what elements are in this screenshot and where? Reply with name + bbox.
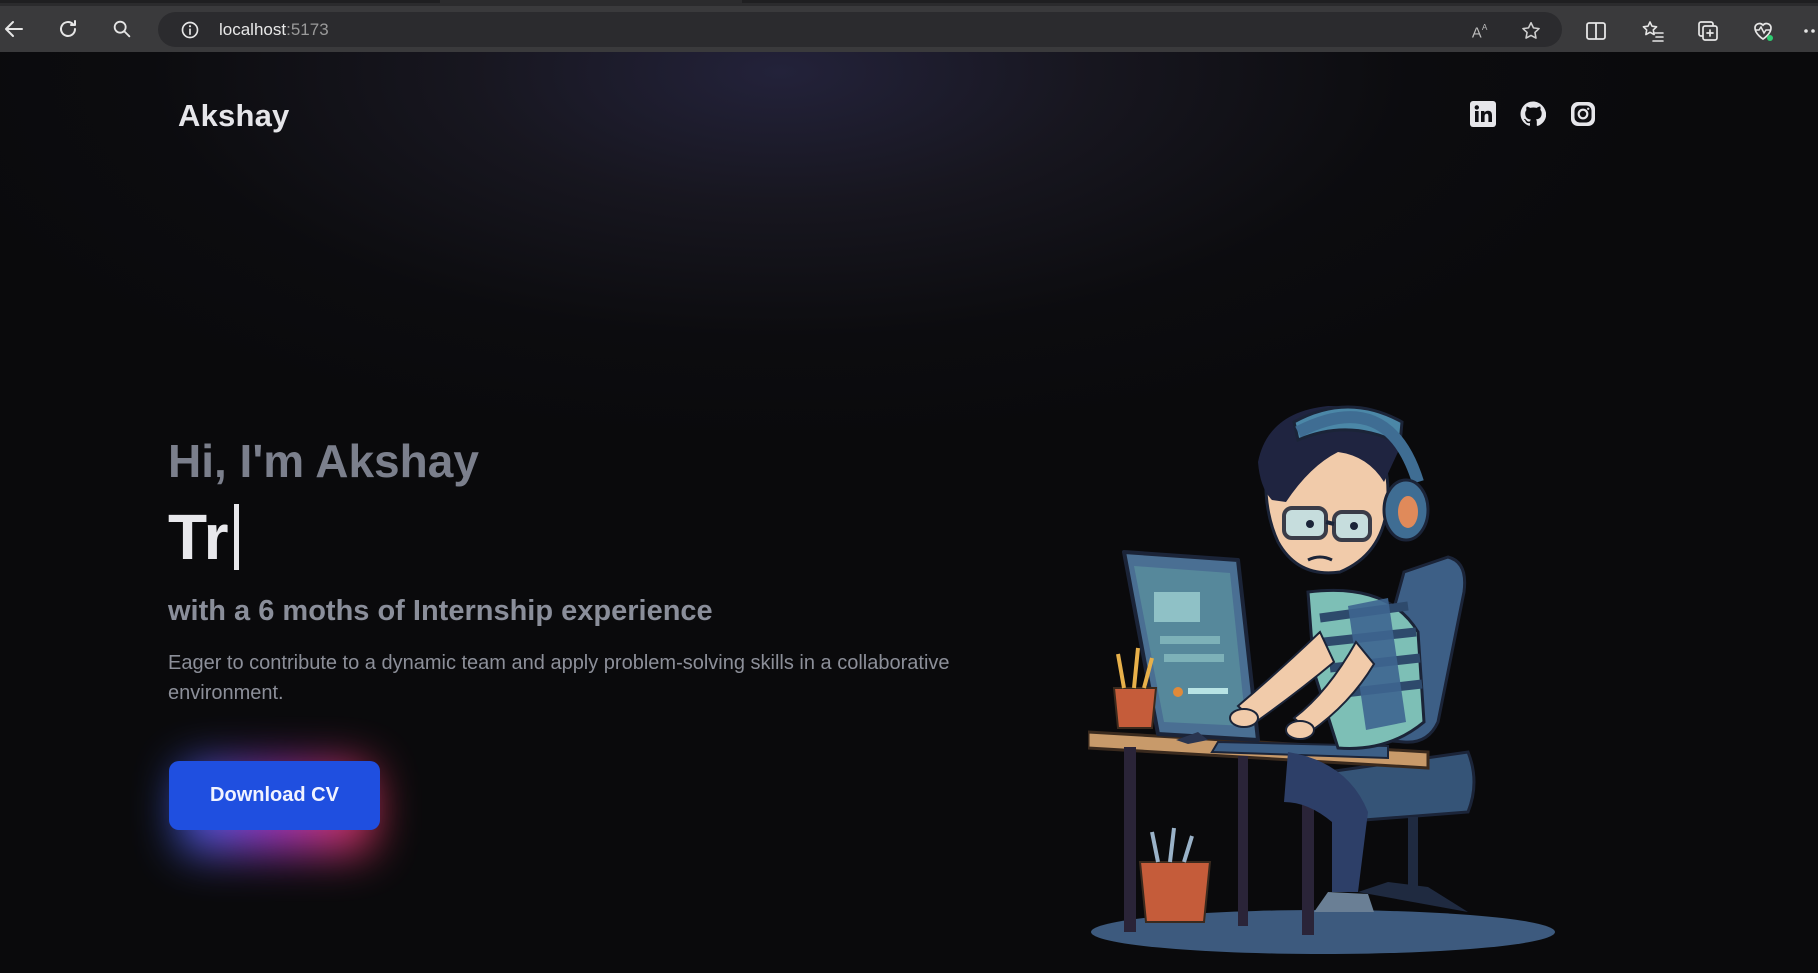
github-icon[interactable] <box>1520 101 1547 127</box>
url-text[interactable]: localhost:5173 <box>219 20 329 40</box>
hero-subtitle: with a 6 moths of Internship experience <box>168 595 713 627</box>
download-cv-button[interactable]: Download CV <box>169 761 380 830</box>
star-icon[interactable] <box>1520 20 1542 42</box>
heartbeat-icon[interactable] <box>1751 19 1775 43</box>
url-port: :5173 <box>286 20 329 39</box>
back-arrow-icon[interactable] <box>0 15 28 43</box>
portfolio-page: Akshay Hi, I'm Akshay Tr with a 6 moths … <box>0 52 1818 973</box>
svg-text:A: A <box>1472 25 1482 41</box>
svg-text:A: A <box>1482 23 1488 32</box>
typed-text: Tr <box>168 501 229 573</box>
url-host: localhost <box>219 20 287 39</box>
instagram-icon[interactable] <box>1570 101 1596 127</box>
more-icon[interactable] <box>1802 19 1818 43</box>
hero-description: Eager to contribute to a dynamic team an… <box>168 652 950 704</box>
brand-logo[interactable]: Akshay <box>178 98 290 134</box>
search-icon[interactable] <box>108 15 136 43</box>
tab-indicator <box>0 0 440 3</box>
browser-toolbar: localhost:5173 AA <box>0 0 1818 52</box>
address-bar[interactable]: localhost:5173 AA <box>158 12 1562 47</box>
typing-cursor <box>234 504 240 570</box>
typed-role-text: Tr <box>168 500 240 574</box>
developer-illustration <box>1088 405 1555 954</box>
tab-indicator <box>742 0 1818 3</box>
favorites-icon[interactable] <box>1641 19 1665 43</box>
hero-greeting: Hi, I'm Akshay <box>168 435 479 487</box>
linkedin-icon[interactable] <box>1470 101 1496 127</box>
reload-icon[interactable] <box>54 15 82 43</box>
split-screen-icon[interactable] <box>1584 19 1608 43</box>
read-aloud-icon[interactable]: AA <box>1470 20 1492 42</box>
info-icon[interactable] <box>180 20 200 40</box>
collections-icon[interactable] <box>1696 19 1720 43</box>
